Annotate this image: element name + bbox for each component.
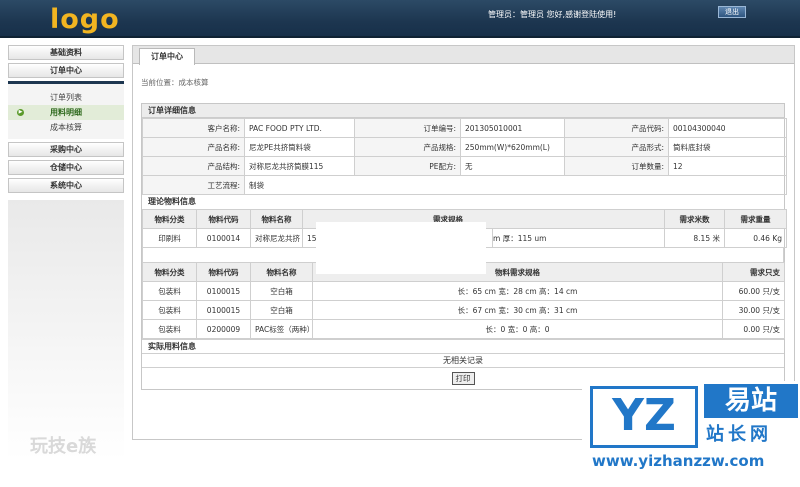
sidebar-group-purchase[interactable]: 采购中心 bbox=[8, 142, 124, 157]
welcome-text: 管理员：管理员 您好,感谢登陆使用! bbox=[488, 10, 617, 19]
field-label: 订单数量: bbox=[564, 156, 669, 176]
table-cell: 0100015 bbox=[196, 300, 251, 320]
table-cell: 0.46 Kg bbox=[724, 228, 787, 248]
table-cell: 0200009 bbox=[196, 319, 251, 339]
field-value: 12 bbox=[668, 156, 787, 176]
table-cell: 0.00 只/支 bbox=[722, 319, 785, 339]
column-header: 需求米数 bbox=[664, 209, 725, 229]
field-label: PE配方: bbox=[354, 156, 461, 176]
table-row: 包装料 0100015 空白箱 长：65 cm 宽：28 cm 高：14 cm … bbox=[142, 281, 785, 301]
watermark-title: 易站 bbox=[704, 384, 798, 418]
tab-bar: 订单中心 bbox=[133, 46, 794, 65]
field-label: 产品规格: bbox=[354, 137, 461, 157]
field-label: 订单编号: bbox=[354, 118, 461, 138]
table-cell: 60.00 只/支 bbox=[722, 281, 785, 301]
section-title: 理论物料信息 bbox=[142, 195, 784, 209]
table-cell: PAC标签（两种） bbox=[250, 319, 313, 339]
column-header: 需求重量 bbox=[724, 209, 787, 229]
watermark-logo: YZ bbox=[590, 386, 698, 448]
sidebar-order-submenu: 订单列表 ▶ 用料明细 成本核算 bbox=[8, 81, 124, 139]
table-row: 客户名称: PAC FOOD PTY LTD. 订单编号: 2013050100… bbox=[142, 118, 787, 138]
table-cell: m 厚：115 um bbox=[492, 228, 665, 248]
field-value: 无 bbox=[460, 156, 565, 176]
table-cell: 0100015 bbox=[196, 281, 251, 301]
sidebar-group-basic[interactable]: 基础资料 bbox=[8, 45, 124, 60]
field-value: 筒料底封袋 bbox=[668, 137, 787, 157]
table-cell: 空白箱 bbox=[250, 300, 313, 320]
watermark-left: 玩技e族 bbox=[30, 436, 97, 457]
table-cell: 印刷料 bbox=[142, 228, 197, 248]
table-cell: 8.15 米 bbox=[664, 228, 725, 248]
table-cell: 30.00 只/支 bbox=[722, 300, 785, 320]
table-cell: 包装料 bbox=[142, 300, 197, 320]
field-value: 尼龙PE共挤筒料袋 bbox=[244, 137, 355, 157]
column-header: 物料分类 bbox=[142, 209, 197, 229]
sidebar-background bbox=[8, 200, 124, 460]
field-value: 制袋 bbox=[244, 175, 787, 195]
section-title: 实际用料信息 bbox=[142, 339, 784, 353]
field-value: 00104300040 bbox=[668, 118, 787, 138]
table-cell: 对称尼龙共挤 bbox=[250, 228, 303, 248]
sidebar-item-material-detail[interactable]: ▶ 用料明细 bbox=[8, 105, 124, 120]
order-detail-table: 客户名称: PAC FOOD PTY LTD. 订单编号: 2013050100… bbox=[142, 118, 787, 195]
table-cell: 长：67 cm 宽：30 cm 高：31 cm bbox=[312, 300, 723, 320]
tab-order-center[interactable]: 订单中心 bbox=[139, 48, 195, 65]
field-label: 工艺流程: bbox=[142, 175, 245, 195]
field-label: 客户名称: bbox=[142, 118, 245, 138]
sidebar-item-order-list[interactable]: 订单列表 bbox=[8, 90, 124, 105]
sidebar-item-cost[interactable]: 成本核算 bbox=[8, 120, 124, 135]
table-cell: 长：65 cm 宽：28 cm 高：14 cm bbox=[312, 281, 723, 301]
watermark-subtitle: 站长网 bbox=[706, 424, 772, 445]
logo: logo bbox=[50, 4, 120, 35]
column-header: 需求只支 bbox=[722, 262, 785, 282]
sidebar-group-system[interactable]: 系统中心 bbox=[8, 178, 124, 193]
sidebar: 基础资料 订单中心 订单列表 ▶ 用料明细 成本核算 采购中心 仓储中心 系统中… bbox=[8, 45, 124, 196]
column-header: 物料名称 bbox=[250, 209, 303, 229]
redaction-mask bbox=[316, 222, 486, 274]
table-cell: 包装料 bbox=[142, 319, 197, 339]
top-header: logo 管理员：管理员 您好,感谢登陆使用! 退出 bbox=[0, 0, 800, 38]
table-row: 包装料 0200009 PAC标签（两种） 长：0 宽：0 高：0 0.00 只… bbox=[142, 319, 785, 339]
no-record-text: 无相关记录 bbox=[142, 353, 784, 367]
table-cell: 空白箱 bbox=[250, 281, 313, 301]
table-row: 产品结构: 对称尼龙共挤筒膜115 PE配方: 无 订单数量: 12 bbox=[142, 156, 787, 176]
column-header: 物料名称 bbox=[250, 262, 313, 282]
table-row: 产品名称: 尼龙PE共挤筒料袋 产品规格: 250mm(W)*620mm(L) … bbox=[142, 137, 787, 157]
table-row: 工艺流程: 制袋 bbox=[142, 175, 787, 195]
sidebar-group-storage[interactable]: 仓储中心 bbox=[8, 160, 124, 175]
field-label: 产品名称: bbox=[142, 137, 245, 157]
sidebar-item-label: 用料明细 bbox=[50, 108, 82, 117]
table-row: 包装料 0100015 空白箱 长：67 cm 宽：30 cm 高：31 cm … bbox=[142, 300, 785, 320]
breadcrumb: 当前位置：成本核算 bbox=[141, 78, 209, 87]
field-label: 产品结构: bbox=[142, 156, 245, 176]
table-cell: 长：0 宽：0 高：0 bbox=[312, 319, 723, 339]
field-value: PAC FOOD PTY LTD. bbox=[244, 118, 355, 138]
logout-button[interactable]: 退出 bbox=[718, 6, 746, 18]
field-label: 产品代码: bbox=[564, 118, 669, 138]
column-header: 物料分类 bbox=[142, 262, 197, 282]
arrow-right-icon: ▶ bbox=[17, 109, 24, 116]
print-button[interactable]: 打印 bbox=[451, 372, 475, 385]
table-cell: 包装料 bbox=[142, 281, 197, 301]
column-header: 物料代码 bbox=[196, 262, 251, 282]
field-value: 对称尼龙共挤筒膜115 bbox=[244, 156, 355, 176]
field-label: 产品形式: bbox=[564, 137, 669, 157]
sidebar-group-order[interactable]: 订单中心 bbox=[8, 63, 124, 78]
watermark-url: www.yizhanzzw.com bbox=[592, 452, 765, 470]
table-cell: 0100014 bbox=[196, 228, 251, 248]
field-value: 250mm(W)*620mm(L) bbox=[460, 137, 565, 157]
section-title: 订单详细信息 bbox=[142, 104, 784, 118]
column-header: 物料代码 bbox=[196, 209, 251, 229]
field-value: 201305010001 bbox=[460, 118, 565, 138]
